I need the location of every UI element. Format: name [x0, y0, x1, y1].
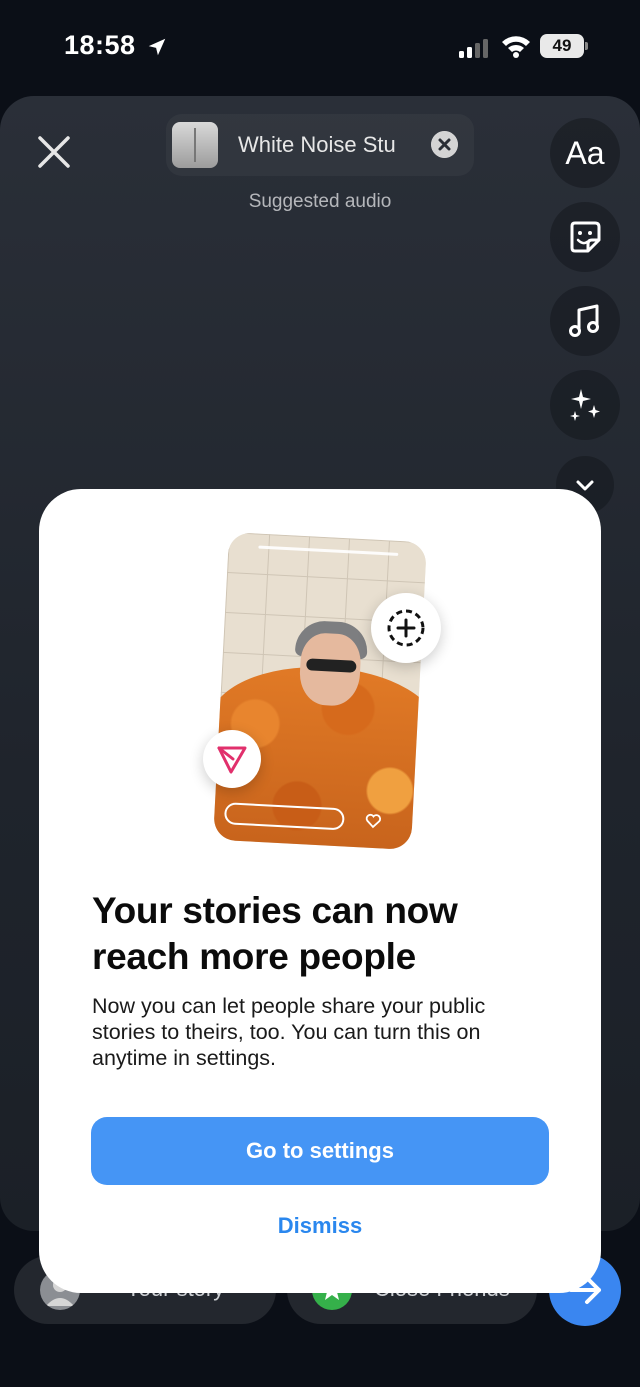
battery-indicator: 49 [540, 34, 588, 58]
sparkles-icon [570, 389, 600, 421]
add-to-story-badge [371, 593, 441, 663]
remove-audio-icon[interactable] [431, 131, 458, 158]
story-preview-illustration [213, 532, 427, 850]
dismiss-button[interactable]: Dismiss [200, 1208, 440, 1244]
audio-title: White Noise Stu [238, 132, 396, 157]
battery-level: 49 [540, 34, 584, 58]
wifi-icon [502, 36, 530, 58]
effects-tool-button[interactable] [550, 370, 620, 440]
cellular-signal-icon [459, 39, 488, 58]
add-story-icon [387, 609, 425, 647]
status-bar: 18:58 49 [0, 0, 640, 96]
modal-description: Now you can let people share your public… [92, 994, 486, 1070]
text-tool-label: Aa [565, 134, 605, 171]
share-badge [203, 730, 261, 788]
audio-thumbnail [172, 122, 218, 168]
music-tool-button[interactable] [550, 286, 620, 356]
text-tool-button[interactable]: Aa [550, 118, 620, 188]
audio-subtitle: Suggested audio [248, 191, 392, 212]
sticker-tool-button[interactable] [550, 202, 620, 272]
status-time: 18:58 [64, 30, 136, 60]
send-paper-plane-icon [217, 746, 247, 774]
modal-title: Your stories can now reach more people [92, 890, 458, 977]
location-arrow-icon [148, 38, 166, 56]
music-note-icon [569, 304, 599, 337]
sticker-icon [570, 221, 601, 253]
heart-icon [365, 813, 382, 829]
go-to-settings-button[interactable]: Go to settings [91, 1117, 549, 1185]
close-icon[interactable] [34, 132, 74, 172]
